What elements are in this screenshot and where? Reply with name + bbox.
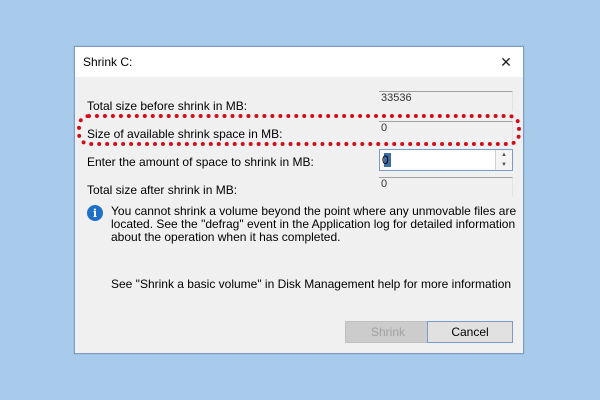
shrink-amount-input[interactable] [382,152,494,168]
available-shrink-label: Size of available shrink space in MB: [87,127,283,141]
dialog-title: Shrink C: [83,55,133,69]
spin-up-icon[interactable]: ▲ [496,150,512,160]
shrink-amount-label: Enter the amount of space to shrink in M… [87,155,314,169]
shrink-dialog: Shrink C: ✕ Total size before shrink in … [74,46,524,354]
spin-buttons: ▲ ▼ [495,150,512,170]
info-message: You cannot shrink a volume beyond the po… [111,204,517,244]
spin-down-icon[interactable]: ▼ [496,160,512,170]
available-shrink-value: 0 [379,121,513,141]
cancel-button[interactable]: Cancel [427,321,513,343]
close-icon[interactable]: ✕ [489,47,523,77]
shrink-button[interactable]: Shrink [345,321,431,343]
title-bar: Shrink C: ✕ [75,47,523,77]
total-after-value: 0 [379,177,513,197]
help-message: See "Shrink a basic volume" in Disk Mana… [111,277,512,291]
total-before-value: 33536 [379,91,513,111]
info-icon: i [87,205,103,221]
shrink-amount-stepper[interactable]: ▲ ▼ [379,149,513,171]
total-after-label: Total size after shrink in MB: [87,183,238,197]
total-before-label: Total size before shrink in MB: [87,99,248,113]
